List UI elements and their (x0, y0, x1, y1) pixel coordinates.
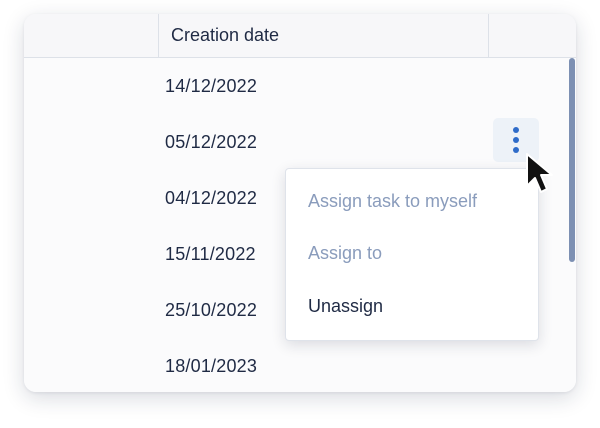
vertical-ellipsis-icon (513, 127, 519, 133)
table-row[interactable]: 14/12/2022 (24, 58, 576, 115)
creation-date-cell: 05/12/2022 (165, 132, 258, 152)
row-actions-menu: Assign task to myself Assign to Unassign (285, 168, 539, 341)
creation-date-cell: 25/10/2022 (165, 300, 258, 320)
table-header: Creation date (24, 14, 576, 58)
table-row[interactable]: 18/01/2023 (24, 338, 576, 392)
menu-item-unassign[interactable]: Unassign (308, 296, 383, 317)
creation-date-cell: 04/12/2022 (165, 188, 258, 208)
vertical-ellipsis-icon (513, 137, 519, 143)
vertical-ellipsis-icon (513, 147, 519, 153)
vertical-scrollbar[interactable] (569, 58, 575, 262)
creation-date-cell: 18/01/2023 (165, 356, 258, 376)
creation-date-cell: 15/11/2022 (165, 244, 256, 264)
column-header-creation-date[interactable]: Creation date (171, 14, 279, 57)
menu-item-assign-to-myself[interactable]: Assign task to myself (308, 191, 477, 212)
column-divider (488, 14, 489, 57)
column-divider (158, 14, 159, 57)
mouse-pointer-icon (526, 153, 553, 193)
menu-item-assign-to[interactable]: Assign to (308, 243, 382, 264)
creation-date-cell: 14/12/2022 (165, 76, 258, 96)
